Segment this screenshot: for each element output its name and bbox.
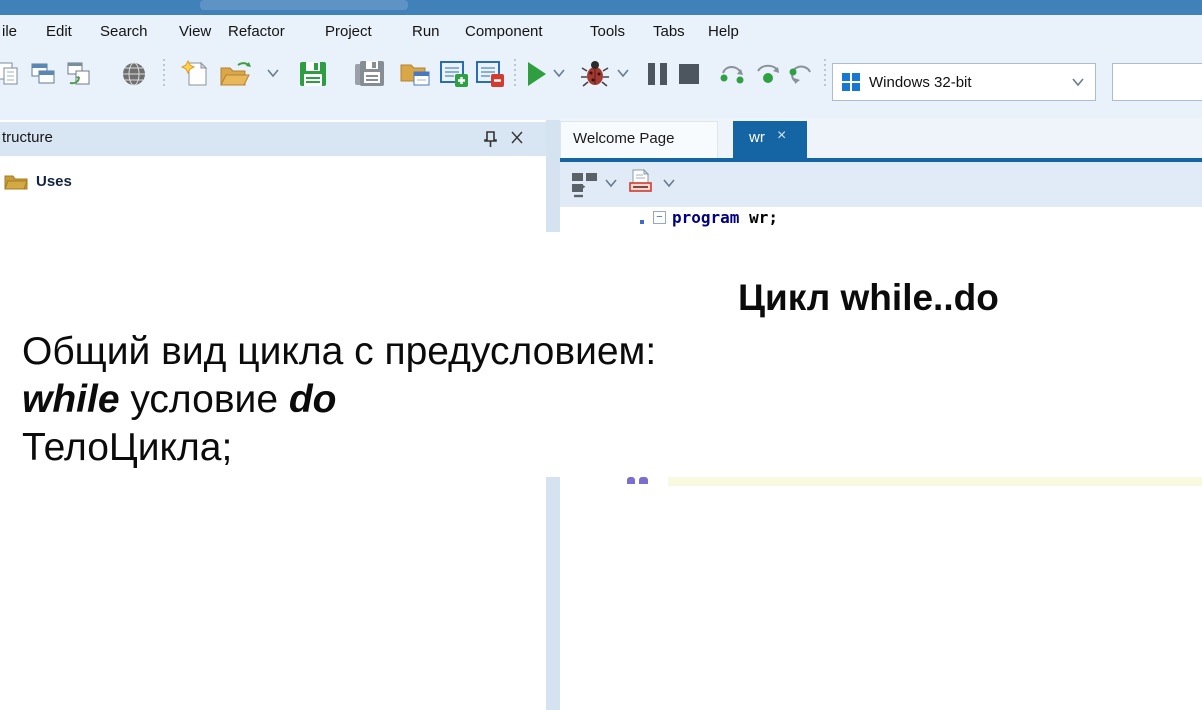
menu-project[interactable]: Project [325, 23, 372, 40]
slide-text-line: while условие do [22, 378, 337, 422]
stop-icon[interactable] [676, 59, 706, 89]
unit-add-icon[interactable] [438, 59, 468, 89]
tab-close-icon[interactable]: × [777, 127, 786, 145]
main-toolbar: Windows 32-bit [0, 51, 1202, 120]
slide-keyword-while: while [22, 378, 120, 421]
editor-toolbar [560, 162, 1202, 207]
menu-tools[interactable]: Tools [590, 23, 625, 40]
target-platform-value: Windows 32-bit [869, 73, 972, 91]
toggle-form-unit-icon[interactable] [64, 59, 94, 89]
pause-icon[interactable] [645, 59, 675, 89]
step-over-icon[interactable] [718, 59, 748, 89]
new-unit-icon[interactable] [180, 59, 210, 89]
menu-help[interactable]: Help [708, 23, 739, 40]
save-all-icon[interactable] [353, 59, 384, 89]
document-marker-icon[interactable] [626, 168, 656, 200]
gutter-change-marker [640, 220, 644, 224]
run-icon[interactable] [524, 59, 554, 89]
menu-edit[interactable]: Edit [46, 23, 72, 40]
menu-component[interactable]: Component [465, 23, 543, 40]
structure-panel-title: tructure [2, 129, 53, 146]
view-units-icon[interactable] [0, 59, 22, 89]
clipped-code-fragment [627, 477, 635, 484]
tab-label: Welcome Page [573, 130, 675, 147]
debug-dropdown-icon[interactable] [616, 67, 630, 79]
tab-wr[interactable]: wr × [733, 121, 807, 158]
menu-bar: ile Edit Search View Refactor Project Ru… [0, 15, 1202, 51]
pin-icon[interactable] [481, 129, 499, 149]
tree-item-label: Uses [36, 172, 72, 190]
slide-title: Цикл while..do [738, 277, 999, 318]
title-bar-highlight [200, 0, 408, 10]
open-dropdown-icon[interactable] [266, 67, 280, 79]
menu-search[interactable]: Search [100, 23, 148, 40]
globe-icon[interactable] [119, 59, 149, 89]
ide-window: ile Edit Search View Refactor Project Ru… [0, 0, 1202, 710]
menu-view[interactable]: View [179, 23, 211, 40]
chevron-down-icon[interactable] [1071, 76, 1085, 88]
editor-tab-bar: Welcome Page wr × [560, 118, 1202, 158]
step-into-icon[interactable] [753, 59, 783, 89]
debug-icon[interactable] [580, 59, 610, 89]
step-out-icon[interactable] [786, 59, 816, 89]
chevron-down-icon[interactable] [662, 177, 676, 189]
folder-icon [4, 172, 28, 190]
current-line-highlight [668, 477, 1202, 486]
save-icon[interactable] [297, 59, 327, 89]
menu-file[interactable]: ile [2, 23, 17, 40]
save-as-icon[interactable] [399, 59, 430, 89]
structure-panel-header: tructure [0, 122, 546, 156]
menu-run[interactable]: Run [412, 23, 440, 40]
toolbar-separator [163, 59, 165, 89]
tree-item-uses[interactable]: Uses [4, 170, 72, 192]
close-icon[interactable] [508, 128, 526, 148]
code-text: wr; [739, 208, 778, 227]
slide-keyword-do: do [288, 378, 337, 421]
slide-text: условие [119, 378, 289, 421]
toolbar-separator [514, 59, 516, 89]
target-platform-combobox[interactable]: Windows 32-bit [832, 63, 1096, 101]
code-fold-icon[interactable]: − [653, 211, 666, 224]
code-keyword: program [672, 208, 740, 227]
run-dropdown-icon[interactable] [552, 67, 566, 79]
chevron-down-icon[interactable] [604, 177, 618, 189]
menu-tabs[interactable]: Tabs [653, 23, 685, 40]
slide-text-line: ТелоЦикла; [22, 426, 233, 469]
title-bar [0, 0, 1202, 15]
toolbar-separator [824, 59, 826, 89]
tab-label: wr [749, 129, 765, 146]
code-line: program wr; [672, 208, 778, 227]
tab-welcome-page[interactable]: Welcome Page [560, 121, 718, 158]
menu-refactor[interactable]: Refactor [228, 23, 285, 40]
toggle-form-unit-icon[interactable] [570, 170, 600, 200]
windows-logo-icon [841, 72, 861, 92]
open-folder-icon[interactable] [218, 59, 251, 89]
slide-text-line: Общий вид цикла с предусловием: [22, 330, 657, 373]
view-forms-icon[interactable] [28, 59, 58, 89]
unit-remove-icon[interactable] [474, 59, 504, 89]
search-combobox[interactable] [1112, 63, 1202, 101]
clipped-code-fragment [639, 477, 648, 484]
